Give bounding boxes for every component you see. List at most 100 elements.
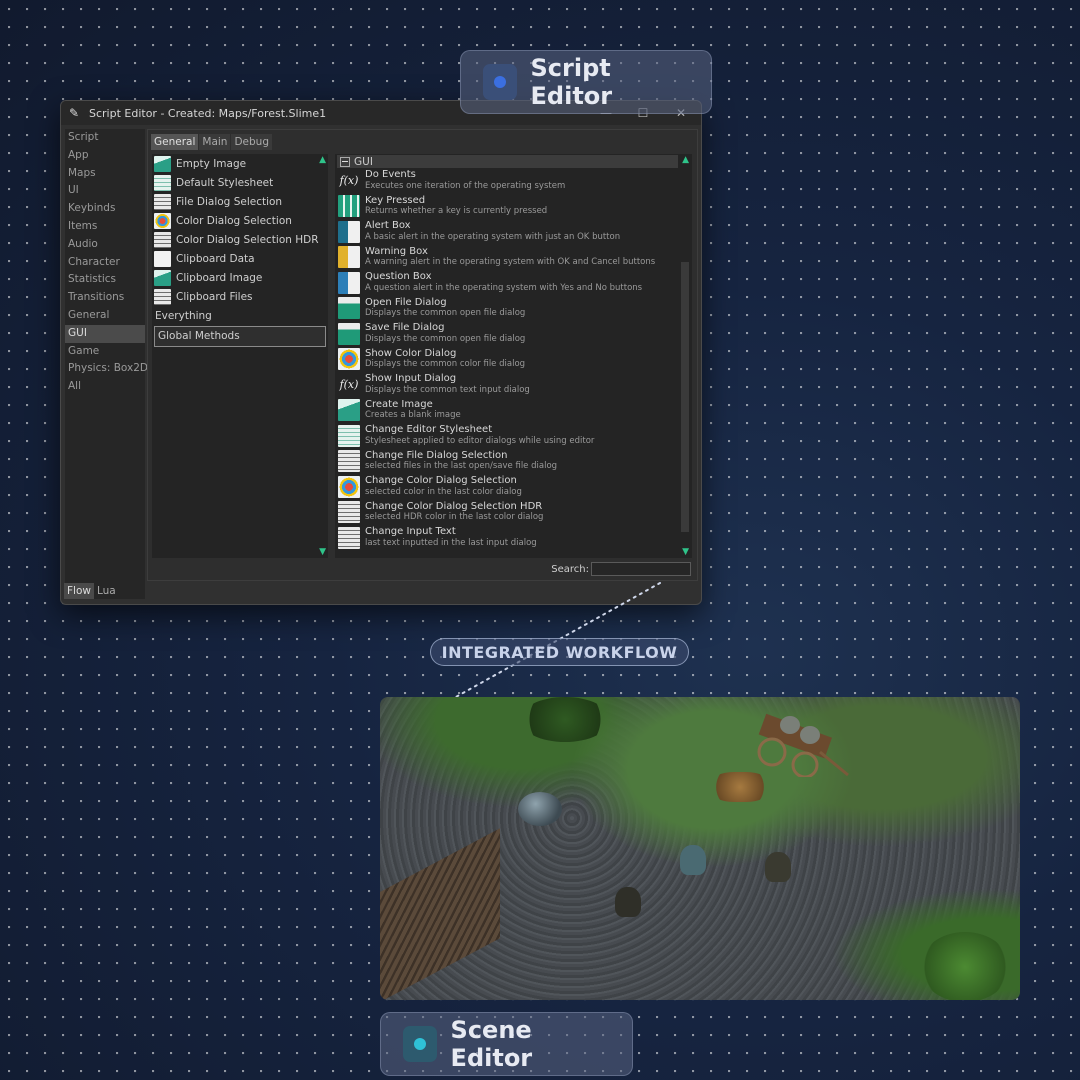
- barrels-sprite: [710, 772, 770, 802]
- script-dot: [493, 76, 506, 88]
- search-input[interactable]: [591, 562, 691, 576]
- sidebar-item-items[interactable]: Items: [65, 218, 145, 236]
- method-item[interactable]: Warning Box A warning alert in the operat…: [335, 245, 692, 271]
- method-text: Alert Box A basic alert in the operating …: [365, 221, 620, 242]
- scroll-up-arrow-icon[interactable]: ▲: [319, 155, 326, 165]
- scene-editor-dot-icon: [403, 1026, 437, 1062]
- color-wheel-icon: [154, 212, 171, 229]
- tab-flow[interactable]: Flow: [64, 583, 94, 599]
- method-item[interactable]: f(x) Do Events Executes one iteration of t…: [335, 168, 692, 194]
- list-item[interactable]: File Dialog Selection: [152, 192, 328, 211]
- group-header[interactable]: GUI: [337, 155, 678, 168]
- method-description: selected HDR color in the last color dia…: [365, 512, 544, 523]
- list-item-label: Color Dialog Selection HDR: [176, 233, 319, 246]
- sidebar-item-statistics[interactable]: Statistics: [65, 271, 145, 289]
- search-row: Search:: [551, 562, 691, 576]
- method-item[interactable]: Create Image Creates a blank image: [335, 398, 692, 424]
- sidebar-item-keybinds[interactable]: Keybinds: [65, 200, 145, 218]
- list-item[interactable]: Color Dialog Selection HDR: [152, 230, 328, 249]
- method-item[interactable]: Change Input Text last text inputted in t…: [335, 525, 692, 551]
- collapse-icon[interactable]: [340, 156, 350, 167]
- method-item[interactable]: Question Box A question alert in the oper…: [335, 270, 692, 296]
- sidebar-item-maps[interactable]: Maps: [65, 165, 145, 183]
- function-icon: f(x): [339, 174, 359, 188]
- method-item[interactable]: Alert Box A basic alert in the operating …: [335, 219, 692, 245]
- method-text: Do Events Executes one iteration of the o…: [365, 170, 565, 191]
- tab-debug[interactable]: Debug: [231, 134, 272, 150]
- search-label: Search:: [551, 563, 589, 575]
- method-title: Change Color Dialog Selection HDR: [365, 500, 543, 512]
- list-item[interactable]: Clipboard Files: [152, 288, 328, 307]
- list-item[interactable]: Clipboard Image: [152, 269, 328, 288]
- window-title: Script Editor - Created: Maps/Forest.Sli…: [89, 106, 327, 120]
- alert-icon: [338, 220, 360, 243]
- sidebar-item-audio[interactable]: Audio: [65, 236, 145, 254]
- sidebar-item-game[interactable]: Game: [65, 343, 145, 361]
- method-text: Open File Dialog Displays the common open…: [365, 296, 525, 319]
- list-item-global-methods[interactable]: Global Methods: [154, 325, 326, 347]
- roof-sprite: [380, 828, 500, 1000]
- sidebar-item-character[interactable]: Character: [65, 254, 145, 272]
- sidebar-item-all[interactable]: All: [65, 378, 145, 396]
- method-item[interactable]: Change Editor Stylesheet Stylesheet appli…: [335, 423, 692, 449]
- method-item[interactable]: f(x) Show Input Dialog Displays the common…: [335, 372, 692, 398]
- method-item[interactable]: Change Color Dialog Selection selected co…: [335, 474, 692, 500]
- enemy-character[interactable]: [765, 852, 791, 882]
- method-item[interactable]: Show Color Dialog Displays the common col…: [335, 347, 692, 373]
- method-item[interactable]: Key Pressed Returns whether a key is curr…: [335, 194, 692, 220]
- method-title: Create Image: [365, 398, 433, 410]
- sidebar-item-script[interactable]: Script: [65, 129, 145, 147]
- method-description: Displays the common open file dialog: [365, 333, 526, 344]
- method-title: Alert Box: [365, 220, 411, 232]
- color-wheel-icon: [338, 475, 360, 498]
- list-item-label: Clipboard Data: [176, 253, 255, 266]
- scroll-up-arrow-icon[interactable]: ▲: [682, 155, 689, 165]
- method-text: Warning Box A warning alert in the operat…: [365, 246, 656, 268]
- method-title: Change File Dialog Selection: [365, 449, 508, 461]
- scroll-down-arrow-icon[interactable]: ▼: [319, 547, 326, 557]
- sidebar-item-gui[interactable]: GUI: [65, 324, 145, 343]
- method-text: Save File Dialog Displays the common open…: [365, 323, 525, 344]
- method-list: GUI f(x) Do Events Executes one iteration …: [335, 154, 692, 558]
- method-item[interactable]: Change File Dialog Selection selected fil…: [335, 449, 692, 475]
- method-item[interactable]: Change Color Dialog Selection HDR selecte…: [335, 500, 692, 526]
- method-item[interactable]: Save File Dialog Displays the common open…: [335, 321, 692, 347]
- list-icon: [338, 450, 360, 473]
- sidebar-item-ui[interactable]: UI: [65, 182, 145, 200]
- enemy-character[interactable]: [615, 887, 641, 917]
- method-title: Change Color Dialog Selection: [365, 475, 517, 487]
- tab-lua[interactable]: Lua: [94, 583, 119, 599]
- method-description: A warning alert in the operating system …: [365, 257, 656, 268]
- list-item-label: File Dialog Selection: [176, 195, 283, 208]
- sidebar-item-transitions[interactable]: Transitions: [65, 289, 145, 307]
- list-icon: [154, 231, 171, 248]
- method-title: Change Input Text: [365, 526, 456, 538]
- sidebar-item-physics-box2d[interactable]: Physics: Box2D: [65, 360, 148, 378]
- list-item-everything[interactable]: Everything: [152, 307, 328, 326]
- list-item-label: Empty Image: [176, 157, 247, 170]
- method-title: Change Editor Stylesheet: [365, 424, 493, 436]
- player-character[interactable]: [680, 845, 706, 875]
- stylesheet-icon: [338, 424, 360, 447]
- list-item[interactable]: Default Stylesheet: [152, 173, 328, 192]
- scrollbar-thumb[interactable]: [681, 262, 689, 532]
- sidebar-item-app[interactable]: App: [65, 147, 145, 165]
- method-item[interactable]: Open File Dialog Displays the common open…: [335, 296, 692, 322]
- tab-general[interactable]: General: [151, 134, 199, 150]
- method-description: Displays the common text input dialog: [365, 384, 530, 395]
- scroll-down-arrow-icon[interactable]: ▼: [682, 547, 689, 557]
- method-title: Open File Dialog: [365, 296, 447, 308]
- scene-viewport[interactable]: [380, 697, 1020, 1000]
- list-item[interactable]: Clipboard Data: [152, 249, 328, 268]
- list-item-label: Color Dialog Selection: [176, 214, 292, 227]
- list-item[interactable]: Empty Image: [152, 154, 328, 173]
- tab-main[interactable]: Main: [199, 134, 231, 150]
- method-description: A question alert in the operating system…: [365, 282, 643, 293]
- method-title: Do Events: [365, 169, 416, 181]
- list-item[interactable]: Color Dialog Selection: [152, 211, 328, 230]
- list-item-label: Default Stylesheet: [176, 176, 274, 189]
- sidebar-item-general[interactable]: General: [65, 307, 145, 325]
- list-item-label: Clipboard Image: [176, 272, 263, 285]
- script-editor-label: Script Editor: [460, 50, 712, 114]
- method-title: Show Color Dialog: [365, 347, 457, 359]
